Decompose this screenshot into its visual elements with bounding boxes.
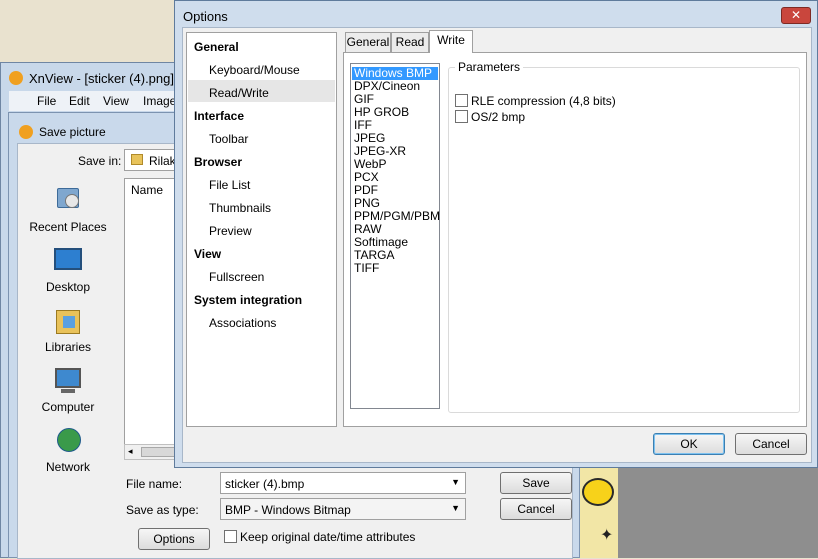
place-desktop[interactable]: Desktop — [18, 246, 118, 294]
close-icon[interactable]: ✕ — [781, 7, 811, 24]
tab-general[interactable]: General — [345, 32, 391, 52]
keep-date-label: Keep original date/time attributes — [240, 530, 416, 544]
nav-item-toolbar[interactable]: Toolbar — [209, 132, 248, 146]
nav-section-view[interactable]: View — [194, 247, 221, 261]
place-label: Recent Places — [29, 220, 107, 234]
libraries-icon — [51, 306, 85, 336]
menu-file[interactable]: File — [37, 94, 56, 108]
menu-edit[interactable]: Edit — [69, 94, 90, 108]
place-recent-places[interactable]: Recent Places — [18, 186, 118, 234]
tab-write[interactable]: Write — [429, 30, 473, 53]
save-as-type-value: BMP - Windows Bitmap — [225, 503, 351, 517]
nav-section-system-integration[interactable]: System integration — [194, 293, 302, 307]
place-network[interactable]: Network — [18, 426, 118, 474]
place-computer[interactable]: Computer — [18, 366, 118, 414]
options-cancel-button[interactable]: Cancel — [735, 433, 807, 455]
save-dialog-icon — [19, 125, 33, 139]
tab-area: General Read Write Windows BMP DPX/Cineo… — [343, 30, 807, 427]
save-button[interactable]: Save — [500, 472, 572, 494]
network-icon — [51, 426, 85, 456]
save-as-type-label: Save as type: — [126, 503, 199, 517]
nav-item-keyboard-mouse[interactable]: Keyboard/Mouse — [209, 63, 300, 77]
write-tab-page: Windows BMP DPX/Cineon GIF HP GROB IFF J… — [343, 52, 807, 427]
place-label: Desktop — [45, 280, 91, 294]
nav-item-preview[interactable]: Preview — [209, 224, 252, 238]
os2-bmp-checkbox[interactable] — [455, 110, 468, 123]
options-dialog: Options ✕ General Keyboard/Mouse Read/Wr… — [174, 0, 818, 468]
parameters-group: Parameters RLE compression (4,8 bits) OS… — [448, 60, 800, 413]
nav-section-general[interactable]: General — [194, 40, 239, 54]
options-dialog-body: General Keyboard/Mouse Read/Write Interf… — [182, 27, 812, 463]
menu-view[interactable]: View — [103, 94, 129, 108]
folder-icon — [131, 154, 143, 165]
menu-image[interactable]: Image — [143, 94, 176, 108]
scroll-left-icon[interactable]: ◂ — [128, 446, 133, 457]
nav-item-file-list[interactable]: File List — [209, 178, 250, 192]
os2-bmp-label: OS/2 bmp — [471, 110, 526, 124]
format-list[interactable]: Windows BMP DPX/Cineon GIF HP GROB IFF J… — [350, 63, 440, 409]
file-name-label: File name: — [126, 477, 183, 491]
cancel-button[interactable]: Cancel — [500, 498, 572, 520]
nav-item-read-write[interactable]: Read/Write — [209, 86, 269, 100]
parameters-label: Parameters — [455, 60, 524, 74]
rle-compression-label: RLE compression (4,8 bits) — [471, 94, 616, 108]
place-label: Computer — [41, 400, 95, 414]
options-button[interactable]: Options — [138, 528, 210, 550]
file-name-value: sticker (4).bmp — [225, 477, 305, 491]
menubar: File Edit View Image — [9, 91, 189, 111]
lemon-graphic — [582, 478, 614, 506]
tab-read[interactable]: Read — [391, 32, 429, 52]
column-name-header[interactable]: Name — [131, 183, 163, 197]
chevron-down-icon[interactable]: ▼ — [451, 503, 460, 513]
place-libraries[interactable]: Libraries — [18, 306, 118, 354]
chevron-down-icon[interactable]: ▼ — [451, 477, 460, 487]
save-dialog-title: Save picture — [39, 125, 106, 139]
nav-item-associations[interactable]: Associations — [209, 316, 276, 330]
save-in-label: Save in: — [78, 154, 122, 168]
sparkle-graphic: ✦ — [600, 527, 614, 544]
options-dialog-title: Options — [183, 9, 228, 24]
computer-icon — [51, 366, 85, 396]
xnview-title: XnView - [sticker (4).png] — [29, 71, 174, 86]
ok-button[interactable]: OK — [653, 433, 725, 455]
desktop-icon — [51, 246, 85, 276]
rle-compression-checkbox[interactable] — [455, 94, 468, 107]
options-nav-tree: General Keyboard/Mouse Read/Write Interf… — [186, 32, 337, 427]
nav-section-browser[interactable]: Browser — [194, 155, 242, 169]
nav-item-fullscreen[interactable]: Fullscreen — [209, 270, 264, 284]
place-label: Libraries — [44, 340, 92, 354]
nav-item-thumbnails[interactable]: Thumbnails — [209, 201, 271, 215]
nav-section-interface[interactable]: Interface — [194, 109, 244, 123]
place-label: Network — [45, 460, 90, 474]
file-name-combo[interactable]: sticker (4).bmp ▼ — [220, 472, 466, 494]
save-as-type-combo[interactable]: BMP - Windows Bitmap ▼ — [220, 498, 466, 520]
keep-date-checkbox[interactable] — [224, 530, 237, 543]
xnview-app-icon — [9, 71, 23, 85]
recent-places-icon — [51, 186, 85, 216]
format-item[interactable]: TIFF — [354, 262, 379, 275]
